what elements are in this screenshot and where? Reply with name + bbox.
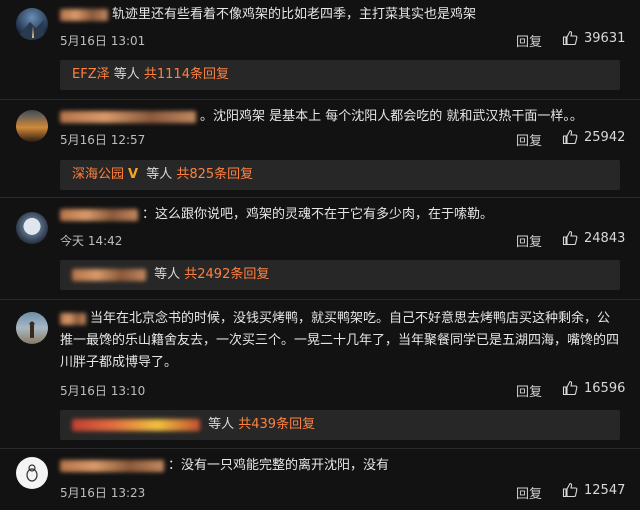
comment-text: ：没有一只鸡能完整的离开沈阳，没有 bbox=[60, 455, 620, 477]
divider bbox=[0, 448, 640, 449]
username-blurred[interactable] bbox=[60, 459, 164, 472]
subreply-label: 等人 bbox=[142, 167, 177, 182]
subreply-label: 等人 bbox=[204, 417, 239, 432]
thumbs-up-icon bbox=[562, 30, 578, 46]
username-blurred[interactable] bbox=[60, 110, 196, 123]
divider bbox=[0, 299, 640, 300]
thumbs-up-icon bbox=[562, 482, 578, 498]
avatar[interactable] bbox=[16, 457, 48, 489]
reply-button[interactable]: 回复 bbox=[516, 483, 542, 502]
verified-v-icon: V bbox=[128, 167, 139, 182]
subreply-count[interactable]: 共2492条回复 bbox=[184, 267, 269, 282]
like-count: 24843 bbox=[584, 230, 626, 246]
comment-text: 轨迹里还有些看着不像鸡架的比如老四季，主打菜其实也是鸡架 bbox=[60, 4, 620, 26]
avatar[interactable] bbox=[16, 212, 48, 244]
subreply-label: 等人 bbox=[109, 67, 144, 82]
subreply-label: 等人 bbox=[150, 267, 185, 282]
reply-button[interactable]: 回复 bbox=[516, 31, 542, 50]
avatar[interactable] bbox=[16, 8, 48, 40]
thumbs-up-icon bbox=[562, 380, 578, 396]
comment-date: 5月16日 13:01 bbox=[60, 34, 146, 48]
comment-date: 今天 14:42 bbox=[60, 234, 123, 248]
subreply-count[interactable]: 共439条回复 bbox=[238, 417, 315, 432]
reply-button[interactable]: 回复 bbox=[516, 130, 542, 149]
comment-text: 。沈阳鸡架 是基本上 每个沈阳人都会吃的 就和武汉热干面一样。。 bbox=[60, 106, 620, 128]
subreplies-bar[interactable]: 深海公园 V 等人 共825条回复 bbox=[60, 160, 620, 190]
like-count: 25942 bbox=[584, 129, 626, 145]
subreply-count[interactable]: 共1114条回复 bbox=[144, 67, 229, 82]
comment-date: 5月16日 12:57 bbox=[60, 133, 146, 147]
divider bbox=[0, 99, 640, 100]
avatar[interactable] bbox=[16, 110, 48, 142]
reply-button[interactable]: 回复 bbox=[516, 381, 542, 400]
username-blurred[interactable] bbox=[60, 8, 108, 21]
subreply-username[interactable]: EFZ泽 bbox=[72, 67, 110, 82]
username-blurred[interactable] bbox=[60, 208, 138, 221]
comment-text: 当年在北京念书的时候，没钱买烤鸭，就买鸭架吃。自己不好意思去烤鸭店买这种剩余，公… bbox=[60, 311, 620, 370]
divider bbox=[0, 197, 640, 198]
like-count: 16596 bbox=[584, 380, 626, 396]
comment-date: 5月16日 13:23 bbox=[60, 486, 146, 500]
like-button[interactable]: 39631 bbox=[562, 30, 625, 46]
subreplies-bar[interactable]: 等人 共439条回复 bbox=[60, 410, 620, 440]
thumbs-up-icon bbox=[562, 230, 578, 246]
comment-date: 5月16日 13:10 bbox=[60, 384, 146, 398]
username-blurred[interactable] bbox=[60, 312, 86, 325]
subreply-username[interactable]: 深海公园 bbox=[72, 167, 124, 182]
like-button[interactable]: 25942 bbox=[562, 129, 625, 145]
avatar[interactable] bbox=[16, 312, 48, 344]
comment-text: ：这么跟你说吧，鸡架的灵魂不在于它有多少肉，在于嗦勒。 bbox=[60, 204, 620, 226]
like-button[interactable]: 16596 bbox=[562, 380, 625, 396]
thumbs-up-icon bbox=[562, 129, 578, 145]
subreply-username-blurred[interactable] bbox=[72, 268, 146, 281]
subreplies-bar[interactable]: 等人 共2492条回复 bbox=[60, 260, 620, 290]
like-count: 39631 bbox=[584, 30, 626, 46]
subreply-username-blurred[interactable] bbox=[72, 418, 200, 431]
like-button[interactable]: 12547 bbox=[562, 482, 625, 498]
subreplies-bar[interactable]: EFZ泽 等人 共1114条回复 bbox=[60, 60, 620, 90]
like-count: 12547 bbox=[584, 482, 626, 498]
like-button[interactable]: 24843 bbox=[562, 230, 625, 246]
subreply-count[interactable]: 共825条回复 bbox=[176, 167, 253, 182]
reply-button[interactable]: 回复 bbox=[516, 231, 542, 250]
